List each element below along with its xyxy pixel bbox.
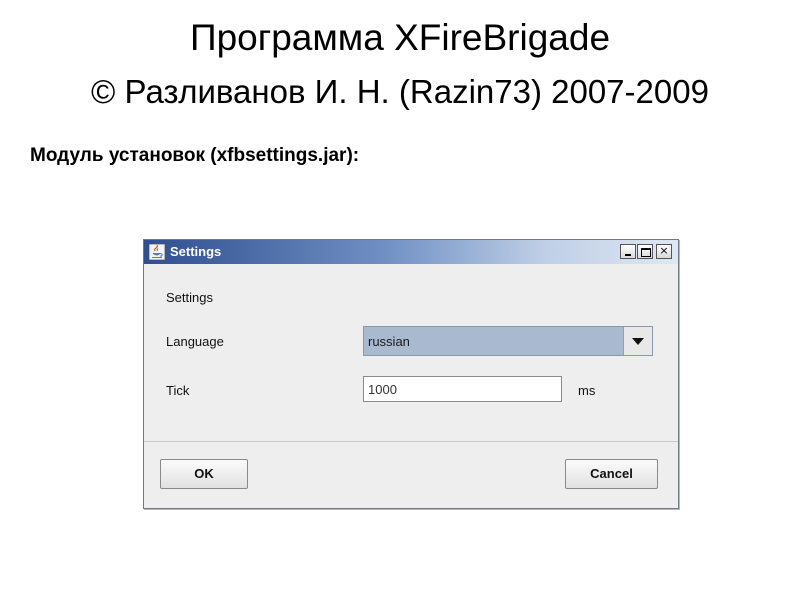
section-heading: Модуль установок (xfbsettings.jar): <box>30 145 360 166</box>
settings-window: Settings × Settings Language russian Tic… <box>143 239 679 509</box>
ok-button[interactable]: OK <box>160 459 248 489</box>
window-titlebar[interactable]: Settings × <box>144 240 678 264</box>
tick-input[interactable] <box>363 376 562 402</box>
language-selected-value: russian <box>368 334 410 349</box>
language-label: Language <box>166 334 224 349</box>
java-cup-icon <box>148 243 166 261</box>
slide-subtitle: © Разливанов И. Н. (Razin73) 2007-2009 <box>91 73 709 110</box>
button-bar-divider <box>144 441 678 442</box>
language-dropdown[interactable]: russian <box>363 326 653 356</box>
settings-section-label: Settings <box>166 290 213 305</box>
tick-label: Tick <box>166 383 190 398</box>
window-title: Settings <box>170 244 222 259</box>
close-button[interactable]: × <box>656 244 672 259</box>
cancel-button[interactable]: Cancel <box>565 459 658 489</box>
slide-title: Программа XFireBrigade <box>189 17 611 58</box>
minimize-button[interactable] <box>620 244 636 259</box>
maximize-button[interactable] <box>637 244 653 259</box>
chevron-down-icon[interactable] <box>623 327 652 355</box>
tick-unit-label: ms <box>578 383 596 398</box>
close-icon: × <box>659 244 669 257</box>
